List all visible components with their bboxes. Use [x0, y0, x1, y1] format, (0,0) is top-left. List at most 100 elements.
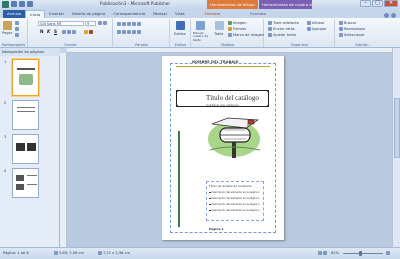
publication-name[interactable]: NOMBRE DEL TRABAJO [192, 60, 239, 64]
replace-button[interactable]: Reemplazar [344, 27, 365, 31]
copy-icon[interactable] [15, 27, 19, 31]
zoom-slider[interactable] [343, 253, 383, 254]
tab-insert[interactable]: Insertar [45, 10, 68, 18]
align-icon[interactable] [307, 21, 311, 25]
styles-icon[interactable] [176, 21, 185, 30]
justify-icon[interactable] [132, 30, 136, 34]
page-indicator[interactable]: Página: 1 de 8 [3, 251, 29, 255]
page-footer[interactable]: Página 1 [209, 227, 224, 231]
cut-icon[interactable] [15, 21, 19, 25]
select-icon[interactable] [339, 33, 343, 37]
tab-mailings[interactable]: Correspondencia [109, 10, 149, 18]
picture-placeholder-button[interactable]: Marco de imagen [233, 33, 264, 37]
table-icon[interactable] [215, 21, 224, 30]
catalog-subtitle[interactable]: Subtítulo del catálogo [206, 103, 239, 107]
single-page-view-icon[interactable] [318, 251, 322, 255]
table-button[interactable]: Tabla [214, 32, 223, 36]
paste-button[interactable]: Pegar [2, 31, 12, 35]
send-backward-button[interactable]: Enviar atrás [273, 27, 295, 31]
paste-icon[interactable] [3, 21, 12, 30]
tab-format-drawing[interactable]: Formato [201, 10, 225, 18]
find-button[interactable]: Buscar [344, 21, 356, 25]
toc-textbox[interactable]: Título de la tabla de contenido Descripc… [206, 181, 264, 221]
decrease-indent-icon[interactable] [127, 22, 131, 26]
bring-forward-button[interactable]: Traer adelante [273, 21, 299, 25]
align-right-icon[interactable] [127, 30, 131, 34]
resize-handle[interactable] [267, 105, 269, 107]
superscript-icon[interactable] [67, 30, 71, 34]
tab-review[interactable]: Revisar [149, 10, 171, 18]
line-spacing-icon[interactable] [137, 30, 141, 34]
picture-placeholder-icon[interactable] [228, 33, 232, 37]
group-label-arrange: Organizar [290, 43, 309, 47]
publication-page[interactable]: NOMBRE DEL TRABAJO Título del catálogo S… [162, 56, 284, 240]
mailbox-clipart[interactable] [206, 114, 264, 160]
send-backward-icon[interactable] [268, 27, 272, 31]
group-button[interactable]: Agrupar [312, 27, 326, 31]
format-painter-icon[interactable] [15, 33, 19, 37]
resize-handle[interactable] [176, 105, 178, 107]
styles-button[interactable]: Estilos [174, 32, 186, 36]
page-thumbnail-1[interactable] [12, 59, 39, 96]
tab-view[interactable]: Vista [171, 10, 188, 18]
align-center-icon[interactable] [122, 30, 126, 34]
italic-button[interactable]: K [47, 29, 50, 34]
replace-icon[interactable] [339, 27, 343, 31]
image-icon[interactable] [228, 21, 232, 25]
group-clipboard: Pegar Portapapeles [0, 19, 28, 47]
tab-page-design[interactable]: Diseño de página [68, 10, 109, 18]
align-left-icon[interactable] [117, 30, 121, 34]
bring-forward-icon[interactable] [268, 21, 272, 25]
wrap-text-button[interactable]: Ajustar texto [273, 33, 296, 37]
page-thumbnail-3[interactable] [12, 134, 39, 164]
vertical-ruler[interactable] [60, 53, 67, 247]
scrollbar-thumb[interactable] [394, 98, 400, 158]
numbering-icon[interactable] [122, 22, 126, 26]
two-page-view-icon[interactable] [323, 251, 327, 255]
group-icon[interactable] [307, 27, 311, 31]
fit-page-icon[interactable] [386, 251, 390, 255]
redo-icon[interactable] [27, 1, 33, 7]
wrap-text-icon[interactable] [268, 33, 272, 37]
draw-textbox-icon[interactable] [196, 21, 205, 30]
publisher-app-icon[interactable] [2, 1, 9, 8]
vertical-scrollbar[interactable] [392, 48, 400, 247]
font-name-box[interactable]: Gill Sans MT [38, 21, 84, 26]
bullets-icon[interactable] [117, 22, 121, 26]
change-case-icon[interactable] [72, 30, 76, 34]
zoom-level[interactable]: 62% [331, 251, 339, 255]
show-formatting-icon[interactable] [137, 22, 141, 26]
page-thumbnail-2[interactable] [12, 100, 39, 130]
tab-home[interactable]: Inicio [25, 10, 46, 18]
find-icon[interactable] [339, 21, 343, 25]
minimize-button[interactable]: – [360, 0, 371, 7]
close-button[interactable]: ✕ [384, 0, 398, 7]
grow-font-icon[interactable] [98, 21, 102, 25]
resize-handle[interactable] [267, 90, 269, 92]
underline-button[interactable]: S [54, 29, 57, 34]
tab-format-textbox[interactable]: Formato [246, 10, 270, 18]
bold-button[interactable]: N [40, 29, 44, 34]
align-button[interactable]: Alinear [312, 21, 325, 25]
save-icon[interactable] [11, 1, 17, 7]
undo-icon[interactable] [19, 1, 25, 7]
select-button[interactable]: Seleccionar [344, 33, 365, 37]
subscript-icon[interactable] [62, 30, 66, 34]
shrink-font-icon[interactable] [103, 21, 107, 25]
increase-indent-icon[interactable] [132, 22, 136, 26]
image-button[interactable]: Imagen [233, 21, 247, 25]
font-color-icon[interactable] [89, 30, 93, 34]
accent-bar [178, 131, 180, 227]
catalog-title[interactable]: Título del catálogo [206, 94, 259, 102]
maximize-button[interactable]: □ [372, 0, 383, 7]
resize-handle[interactable] [176, 90, 178, 92]
draw-textbox-button[interactable]: Dibujar cuadro de texto [193, 31, 213, 42]
page-thumbnail-4[interactable] [12, 168, 39, 198]
shapes-button[interactable]: Formas [233, 27, 246, 31]
shapes-icon[interactable] [228, 27, 232, 31]
ribbon: Pegar Portapapeles Gill Sans MT 9 N K S … [0, 18, 400, 48]
tab-file[interactable]: Archivo [3, 10, 26, 18]
highlight-icon[interactable] [84, 30, 88, 34]
font-size-box[interactable]: 9 [85, 21, 96, 26]
zoom-slider-knob[interactable] [359, 251, 362, 256]
